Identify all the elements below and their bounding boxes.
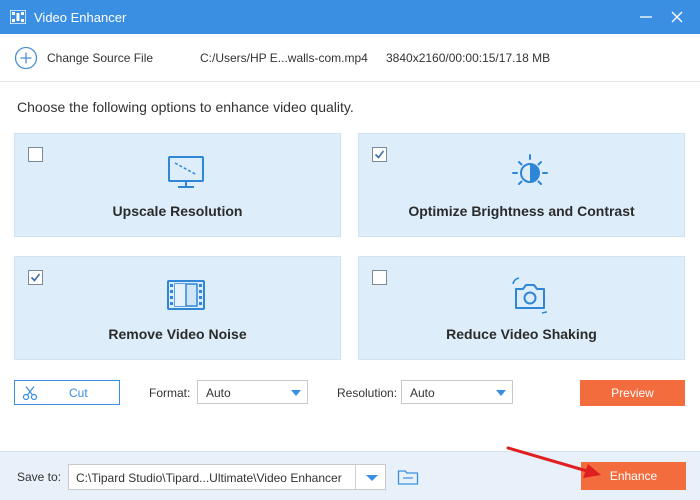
option-card-remove-noise[interactable]: Remove Video Noise bbox=[14, 256, 341, 360]
brightness-icon bbox=[512, 154, 548, 185]
cut-label: Cut bbox=[69, 386, 88, 400]
minimize-icon[interactable] bbox=[636, 7, 656, 27]
source-file-bar: Change Source File C:/Users/HP E...walls… bbox=[0, 34, 700, 82]
source-file-path: C:/Users/HP E...walls-com.mp4 bbox=[200, 51, 368, 65]
save-path-select[interactable]: C:\Tipard Studio\Tipard...Ultimate\Video… bbox=[68, 464, 386, 490]
save-to-label: Save to: bbox=[17, 470, 62, 484]
annotation-arrow-icon bbox=[506, 446, 601, 478]
add-source-icon[interactable] bbox=[14, 46, 38, 70]
chevron-down-icon bbox=[291, 390, 301, 396]
format-value: Auto bbox=[206, 386, 231, 400]
resolution-label: Resolution: bbox=[337, 386, 398, 400]
source-file-info: 3840x2160/00:00:15/17.18 MB bbox=[386, 51, 551, 65]
chevron-down-icon bbox=[496, 390, 506, 396]
resolution-value: Auto bbox=[410, 386, 435, 400]
option-card-upscale-resolution[interactable]: Upscale Resolution bbox=[14, 133, 341, 237]
resolution-select[interactable]: Auto bbox=[401, 380, 513, 404]
option-card-optimize-brightness[interactable]: Optimize Brightness and Contrast bbox=[358, 133, 685, 237]
chevron-down-icon[interactable] bbox=[366, 474, 378, 482]
cut-button[interactable]: Cut bbox=[14, 380, 120, 405]
divider bbox=[355, 465, 356, 489]
format-select[interactable]: Auto bbox=[197, 380, 308, 404]
camera-stabilize-icon bbox=[512, 277, 548, 314]
remove-noise-label: Remove Video Noise bbox=[108, 326, 247, 342]
reduce-shaking-checkbox[interactable] bbox=[372, 270, 387, 285]
instructions-text: Choose the following options to enhance … bbox=[17, 99, 354, 115]
change-source-button[interactable]: Change Source File bbox=[47, 51, 153, 65]
format-label: Format: bbox=[149, 386, 191, 400]
monitor-icon bbox=[168, 156, 204, 188]
app-logo-icon bbox=[10, 10, 26, 24]
upscale-resolution-label: Upscale Resolution bbox=[112, 203, 243, 219]
film-icon bbox=[167, 280, 205, 310]
scissors-icon bbox=[22, 386, 38, 401]
remove-noise-checkbox[interactable] bbox=[28, 270, 43, 285]
save-path-value: C:\Tipard Studio\Tipard...Ultimate\Video… bbox=[76, 471, 342, 485]
upscale-resolution-checkbox[interactable] bbox=[28, 147, 43, 162]
preview-button[interactable]: Preview bbox=[580, 380, 685, 406]
optimize-brightness-checkbox[interactable] bbox=[372, 147, 387, 162]
reduce-shaking-label: Reduce Video Shaking bbox=[446, 326, 597, 342]
open-folder-icon[interactable] bbox=[397, 468, 419, 486]
optimize-brightness-label: Optimize Brightness and Contrast bbox=[408, 203, 635, 219]
option-card-reduce-shaking[interactable]: Reduce Video Shaking bbox=[358, 256, 685, 360]
close-icon[interactable] bbox=[667, 7, 687, 27]
window-title: Video Enhancer bbox=[34, 10, 127, 25]
title-bar: Video Enhancer bbox=[0, 0, 700, 34]
